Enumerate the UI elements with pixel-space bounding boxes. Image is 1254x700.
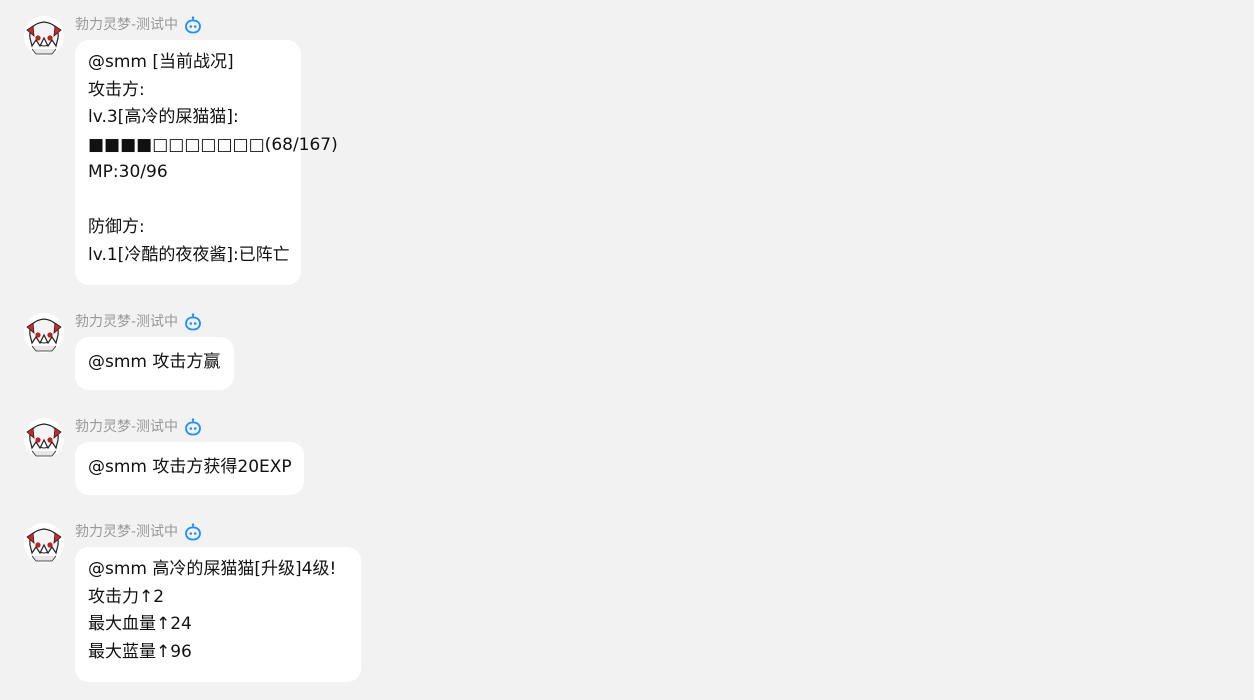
message-line: MP:30/96 (88, 162, 168, 182)
avatar[interactable] (24, 523, 64, 563)
sender-row: 勃力灵梦-测试中 (75, 418, 202, 436)
anime-avatar-icon (24, 16, 64, 56)
sender-name: 勃力灵梦-测试中 (75, 419, 179, 435)
robot-icon (184, 523, 202, 541)
message-line: 攻击力↑2 (88, 586, 165, 607)
robot-icon (184, 16, 202, 34)
avatar[interactable] (24, 16, 64, 56)
message-line: @smm [当前战况] (88, 52, 234, 72)
sender-name: 勃力灵梦-测试中 (75, 17, 179, 33)
sender-row: 勃力灵梦-测试中 (75, 523, 202, 541)
anime-avatar-icon (24, 418, 64, 458)
sender-name: 勃力灵梦-测试中 (75, 314, 179, 330)
message-line: 防御方: (88, 217, 145, 237)
robot-icon (184, 313, 202, 331)
avatar[interactable] (24, 418, 64, 458)
message-line: 最大血量↑24 (88, 614, 192, 634)
message-line: 最大蓝量↑96 (88, 641, 192, 662)
message-line: @smm 攻击方获得20EXP (88, 457, 292, 477)
anime-avatar-icon (24, 313, 64, 353)
sender-row: 勃力灵梦-测试中 (75, 313, 202, 331)
message-line: @smm 攻击方赢 (88, 352, 221, 372)
anime-avatar-icon (24, 523, 64, 563)
message-line: ■■■■□□□□□□□(68/167) (88, 134, 338, 155)
message-line (88, 187, 288, 215)
message-line: @smm 高冷的屎猫猫[升级]4级! (88, 559, 337, 579)
message-bubble[interactable]: @smm 攻击方获得20EXP (75, 442, 304, 495)
chat-message-list: 勃力灵梦-测试中 @smm [当前战况] 攻击方: lv.3[高冷的屎猫猫]: … (0, 0, 1254, 700)
message-line: 攻击方: (88, 79, 145, 100)
message-line: lv.1[冷酷的夜夜酱]:已阵亡 (88, 244, 290, 265)
message-line: lv.3[高冷的屎猫猫]: (88, 107, 239, 127)
avatar[interactable] (24, 313, 64, 353)
message-bubble[interactable]: @smm 高冷的屎猫猫[升级]4级! 攻击力↑2 最大血量↑24 最大蓝量↑96 (75, 547, 361, 682)
message-bubble[interactable]: @smm 攻击方赢 (75, 337, 234, 390)
sender-row: 勃力灵梦-测试中 (75, 16, 202, 34)
robot-icon (184, 418, 202, 436)
message-bubble[interactable]: @smm [当前战况] 攻击方: lv.3[高冷的屎猫猫]: ■■■■□□□□□… (75, 40, 338, 285)
sender-name: 勃力灵梦-测试中 (75, 524, 179, 540)
